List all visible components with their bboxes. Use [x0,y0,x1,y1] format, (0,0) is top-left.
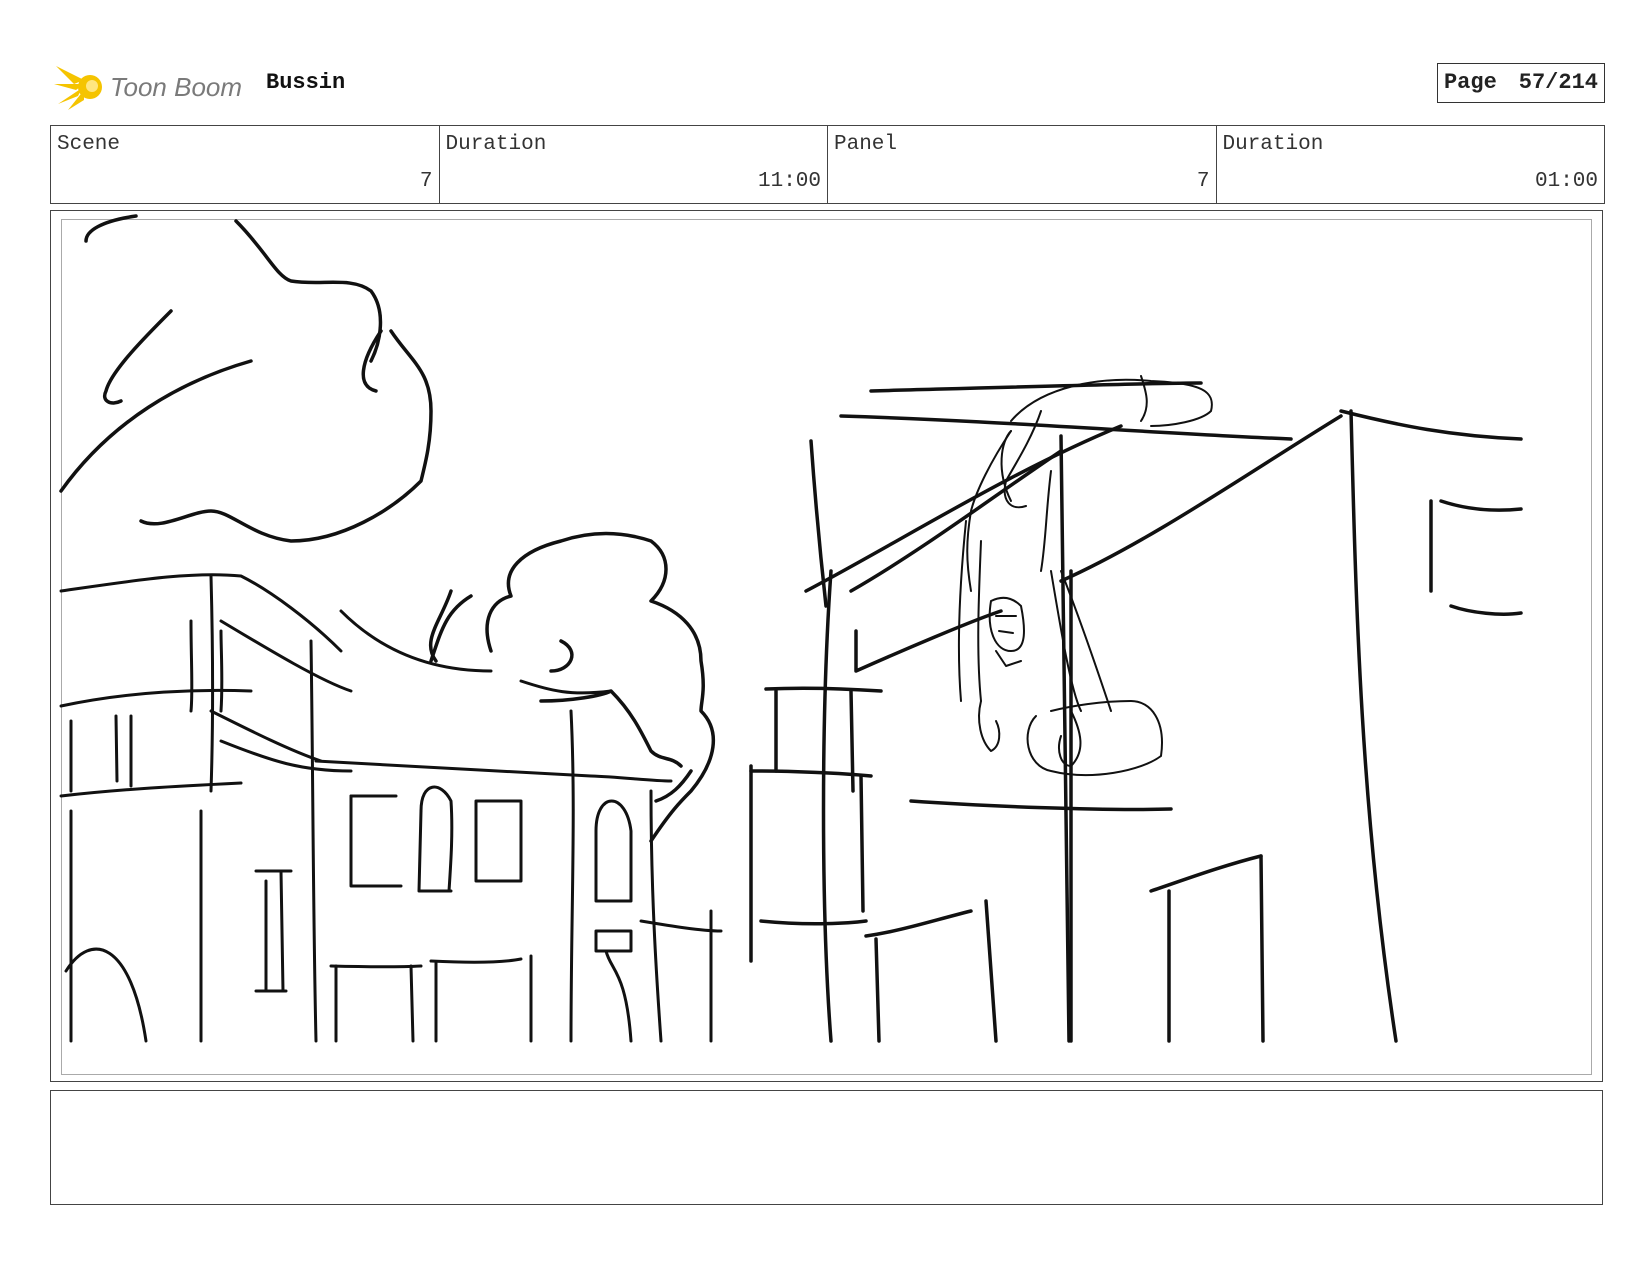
scene-label: Scene [57,133,121,156]
left-building [59,573,353,1043]
storyboard-sketch [59,214,1523,1043]
panel-notes-box [50,1090,1603,1205]
panel-label: Panel [834,133,898,156]
toon-boom-logo: Toon Boom [54,60,244,112]
right-building [749,381,1523,1043]
storyboard-panel [50,210,1603,1082]
scene-info-table: Scene 7 Duration 11:00 Panel 7 Duration … [50,125,1605,204]
page-indicator: Page 57/214 [1436,63,1605,103]
page-label: Page [1443,70,1497,95]
scene-value: 7 [419,170,433,193]
scene-cell: Scene 7 [51,126,440,203]
page-number: 57/214 [1518,70,1598,95]
panel-value: 7 [1196,170,1210,193]
project-title: Bussin [266,70,346,95]
hanging-character [957,375,1213,777]
svg-text:Toon Boom: Toon Boom [110,72,242,102]
panel-duration-label: Duration [1222,133,1324,156]
scene-duration-value: 11:00 [757,170,821,193]
panel-duration-cell: Duration 01:00 [1217,126,1605,203]
panel-duration-value: 01:00 [1534,170,1598,193]
scene-duration-cell: Duration 11:00 [440,126,828,203]
scene-duration-label: Duration [445,133,547,156]
smoke-cloud-left [59,214,433,543]
panel-cell: Panel 7 [828,126,1217,203]
page-header: Toon Boom Bussin Page 57/214 [50,56,1605,112]
